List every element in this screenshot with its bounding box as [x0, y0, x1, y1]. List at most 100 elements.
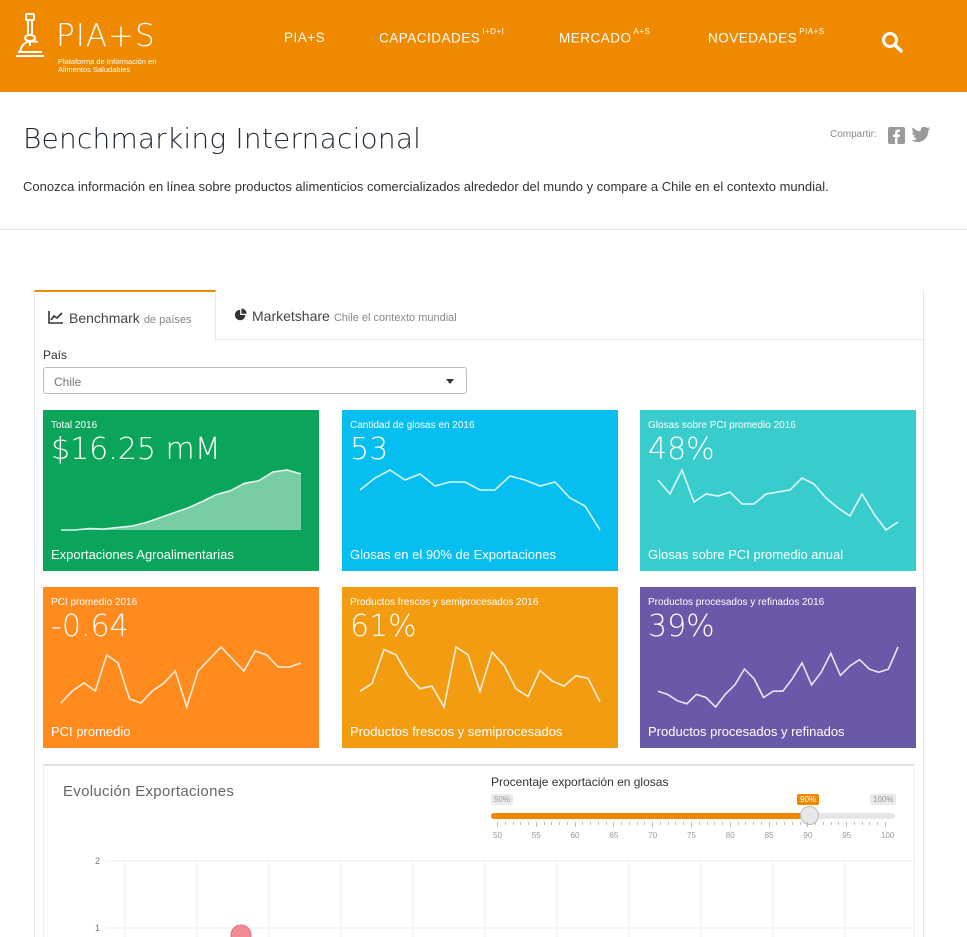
nav-capacidades[interactable]: CAPACIDADES I+D+I — [379, 27, 505, 46]
nav-mercado[interactable]: MERCADO A+S — [559, 27, 651, 46]
chile-bubble[interactable] — [230, 924, 252, 937]
slider-tick-mark — [512, 822, 514, 825]
slider-tick-label: 55 — [531, 831, 541, 840]
sparkline-area — [61, 470, 301, 530]
slider-tick-mark — [706, 822, 708, 825]
slider-tick-mark — [520, 822, 522, 825]
sparkline-line — [657, 468, 899, 532]
evolution-title: Evolución Exportaciones — [63, 783, 235, 800]
nav-novedades-label: NOVEDADES — [708, 30, 798, 46]
sparkline — [359, 469, 601, 531]
page-title: Benchmarking Internacional — [23, 122, 422, 155]
logo-title: PIA+S — [56, 18, 156, 54]
page-subtitle: Conozca información en línea sobre produ… — [23, 179, 829, 194]
glosas-pci-card[interactable]: Glosas sobre PCI promedio 2016 48% Glosas … — [640, 410, 916, 571]
sparkline-line — [657, 646, 899, 709]
nav-mercado-sup: A+S — [633, 27, 651, 36]
slider-tick-mark — [737, 822, 739, 825]
line-chart-icon — [48, 311, 63, 324]
slider-tick-mark — [799, 822, 801, 825]
sparkline-line — [359, 645, 601, 710]
slider-tick-mark — [497, 822, 498, 827]
sparkline — [657, 646, 899, 709]
pie-chart-icon — [234, 308, 247, 321]
nav-capacidades-sup: I+D+I — [482, 27, 505, 36]
slider-tick-mark — [644, 822, 646, 825]
section-divider — [0, 229, 967, 230]
tab-marketshare-label: Marketshare — [252, 308, 330, 324]
processed-products-card[interactable]: Productos procesados y refinados 2016 39%… — [640, 587, 916, 748]
slider-tick-mark — [745, 822, 747, 825]
slider-tick-mark — [613, 822, 615, 827]
nav-pias-label: PIA+S — [284, 30, 326, 45]
slider-max-label: 100% — [870, 794, 897, 805]
slider-tick-mark — [543, 822, 545, 825]
country-select[interactable]: Chile — [43, 367, 467, 394]
card-caption: Cantidad de glosas en 2016 — [350, 420, 475, 431]
sparkline — [359, 645, 601, 710]
slider-current-label: 90% — [797, 794, 820, 805]
card-caption: Glosas sobre PCI promedio 2016 — [648, 420, 796, 431]
slider-tick-mark — [869, 822, 871, 825]
fresh-products-card[interactable]: Productos frescos y semiprocesados 2016 6… — [342, 587, 618, 748]
exports-card[interactable]: Total 2016 $16.25 mM Exportaciones Agroali… — [43, 410, 319, 571]
twitter-icon[interactable] — [911, 126, 931, 144]
facebook-icon[interactable] — [888, 127, 905, 144]
slider-tick-mark — [551, 822, 553, 825]
slider-tick-mark — [590, 822, 592, 825]
slider-tick-mark — [768, 822, 770, 827]
slider-tick-label: 75 — [687, 831, 696, 840]
slider-tick-label: 85 — [764, 831, 774, 840]
slider-tick-mark — [753, 822, 755, 825]
slider-tick-mark — [667, 822, 669, 825]
sparkline-line — [60, 645, 302, 710]
card-label: Glosas sobre PCI promedio anual — [648, 547, 844, 562]
microscope-icon — [16, 13, 44, 57]
slider-tick-mark — [582, 822, 584, 825]
card-caption: Productos procesados y refinados 2016 — [648, 597, 825, 608]
slider-tick-mark — [846, 822, 848, 827]
card-caption: Total 2016 — [51, 420, 98, 431]
glosas-count-card[interactable]: Cantidad de glosas en 2016 53 Glosas en el… — [342, 410, 618, 571]
nav-novedades[interactable]: NOVEDADES PIA+S — [708, 27, 825, 46]
country-label: País — [43, 348, 68, 362]
slider-tick-mark — [698, 822, 700, 825]
nav-pias[interactable]: PIA+S — [284, 30, 325, 45]
slider-tick-mark — [885, 822, 886, 827]
evolution-chart: 2 1 — [43, 850, 918, 937]
sparkline — [61, 469, 302, 531]
sparkline-line — [359, 469, 601, 531]
slider-tick-mark — [683, 822, 685, 825]
country-select-value: Chile — [54, 375, 82, 389]
y-axis-label-1: 1 — [95, 923, 101, 933]
export-percentage-slider[interactable] — [491, 813, 895, 819]
tab-marketshare[interactable]: Marketshare Chile el contexto mundial — [216, 290, 924, 340]
slider-tick-mark — [675, 822, 677, 825]
evolution-chart-svg — [105, 860, 918, 937]
slider-tick-mark — [528, 822, 530, 825]
slider-tick-mark — [791, 822, 793, 825]
sparkline — [657, 468, 899, 532]
tab-benchmark[interactable]: Benchmark de países — [34, 290, 216, 340]
slider-tick-mark — [691, 822, 692, 827]
card-label: Productos procesados y refinados — [648, 724, 845, 739]
pci-card[interactable]: PCI promedio 2016 -0.64 PCI promedio — [43, 587, 319, 748]
slider-tick-mark — [807, 822, 809, 827]
slider-tick-mark — [636, 822, 638, 825]
slider-tick-mark — [605, 822, 607, 825]
slider-tick-mark — [535, 822, 537, 827]
logo-subtitle: Plataforma de Información en Alimentos S… — [58, 57, 157, 74]
slider-tick-label: 80 — [725, 831, 735, 840]
slider-tick-mark — [838, 822, 840, 825]
search-icon[interactable] — [880, 30, 904, 54]
slider-tick-mark — [861, 822, 863, 825]
slider-tick-mark — [722, 822, 724, 825]
slider-tick-label: 95 — [842, 831, 852, 840]
card-label: Productos frescos y semiprocesados — [350, 724, 563, 739]
card-label: Exportaciones Agroalimentarias — [51, 547, 234, 562]
slider-tick-label: 60 — [570, 831, 580, 840]
logo[interactable]: PIA+S Plataforma de Información en Alime… — [14, 12, 174, 82]
card-caption: PCI promedio 2016 — [51, 597, 138, 608]
slider-tick-mark — [559, 822, 561, 825]
tab-benchmark-small: de países — [143, 314, 192, 326]
